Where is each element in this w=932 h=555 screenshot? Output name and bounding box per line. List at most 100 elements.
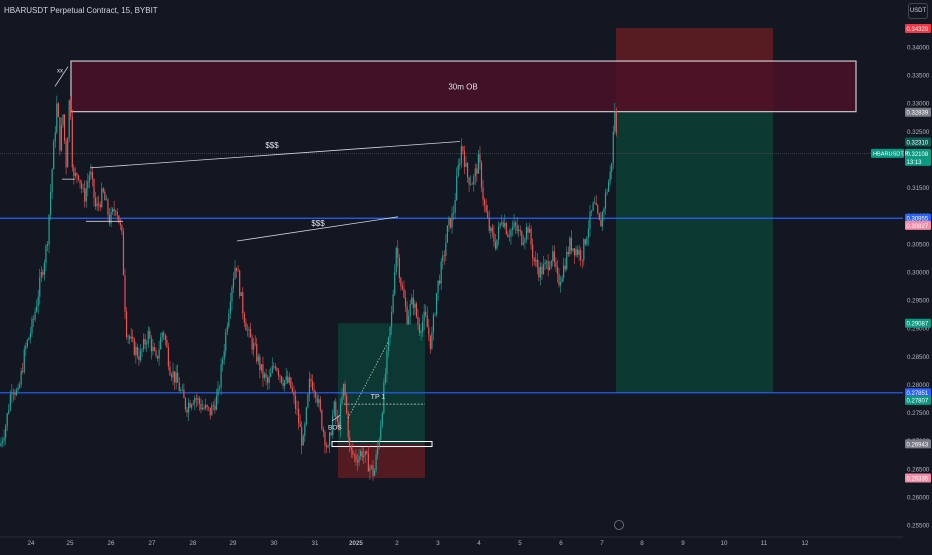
y-tick-label: 0.30500: [907, 241, 930, 248]
candle-body: [96, 203, 98, 207]
y-tick-label: 0.32500: [907, 129, 930, 136]
candle-body: [601, 212, 603, 227]
candle-body: [563, 265, 565, 278]
candle-body: [170, 375, 173, 378]
candle-body: [246, 330, 249, 331]
price-label-text: 13:13: [907, 160, 923, 166]
candle-body: [527, 227, 529, 233]
sweep-label: xx: [57, 68, 63, 74]
candle-body: [267, 377, 269, 383]
candle-body: [515, 222, 517, 226]
candle-body: [203, 407, 205, 409]
candle-body: [249, 329, 252, 338]
candle-body: [510, 229, 512, 237]
candle-body: [521, 231, 523, 245]
candle-body: [363, 455, 365, 458]
candle-body: [367, 453, 369, 472]
candle-body: [508, 236, 510, 238]
candle-body: [181, 389, 183, 391]
candle-body: [318, 399, 320, 403]
currency-button[interactable]: USDT: [908, 3, 928, 19]
price-label-text: 0.30827: [907, 224, 929, 230]
candle-body: [322, 428, 324, 432]
candle-body: [341, 396, 343, 405]
candle-body: [245, 322, 247, 331]
candle-body: [418, 324, 421, 333]
candle-body: [325, 445, 328, 448]
candle-body: [349, 437, 351, 446]
event-marker-icon[interactable]: [614, 520, 624, 530]
candle-body: [296, 408, 298, 410]
candle-body: [485, 205, 487, 212]
candle-body: [153, 347, 156, 351]
y-tick-label: 0.28500: [907, 354, 930, 361]
candle-body: [590, 210, 593, 212]
candle-body: [511, 227, 514, 230]
candle-body: [112, 208, 114, 212]
candle-body: [431, 332, 433, 349]
candle-body: [391, 312, 393, 327]
price-label-text: 0.26943: [907, 442, 929, 448]
candle-body: [369, 467, 371, 472]
candle-body: [217, 388, 219, 396]
candle-body: [222, 359, 224, 365]
candle-body: [403, 288, 405, 298]
candle-body: [459, 163, 461, 166]
candle-body: [212, 405, 214, 406]
x-tick-label: 2025: [349, 540, 363, 547]
candle-body: [174, 371, 176, 383]
candle-body: [144, 338, 146, 345]
candle-body: [243, 313, 245, 323]
candle-body: [256, 343, 258, 362]
candle-body: [570, 237, 572, 251]
candle-body: [313, 389, 315, 393]
candle-body: [448, 217, 450, 226]
short-target-zone: [616, 112, 773, 393]
candle-body: [88, 175, 90, 182]
candle-body: [425, 311, 427, 316]
candle-body: [360, 451, 362, 457]
candle-body: [473, 176, 475, 185]
y-tick-label: 0.25500: [907, 523, 930, 530]
candle-body: [139, 350, 142, 361]
candle-body: [454, 200, 456, 213]
candle-body: [442, 255, 444, 262]
candle-body: [50, 191, 52, 215]
candle-body: [361, 451, 363, 458]
x-tick-label: 6: [559, 540, 563, 547]
candle-body: [386, 350, 388, 375]
x-tick-label: 28: [190, 540, 197, 547]
chart-root[interactable]: 30m OB $$$ $$$ xx TP 1 BOS 0.25500 0.26000 0.2…: [0, 0, 932, 550]
candle-body: [493, 232, 495, 242]
candle-body: [389, 326, 391, 338]
candle-body: [184, 398, 187, 410]
candle-body: [277, 370, 280, 376]
candle-body: [608, 181, 610, 192]
candle-body: [587, 228, 590, 238]
x-tick-label: 9: [681, 540, 685, 547]
candle-body: [564, 265, 566, 270]
candle-body: [141, 349, 143, 351]
candle-body: [129, 336, 131, 339]
candle-body: [542, 264, 545, 275]
candle-body: [9, 394, 11, 410]
candle-body: [406, 306, 408, 325]
candle-body: [209, 407, 211, 416]
candle-body: [584, 239, 586, 245]
candle-body: [94, 197, 97, 207]
x-tick-label: 11: [761, 540, 768, 547]
candle-body: [308, 378, 311, 395]
candle-body: [187, 402, 190, 413]
price-chart[interactable]: 30m OB $$$ $$$ xx TP 1 BOS 0.25500 0.26000 0.2…: [0, 0, 932, 550]
candle-body: [440, 261, 442, 284]
candle-body: [375, 454, 377, 471]
candle-body: [194, 398, 196, 403]
candle-body: [251, 337, 253, 350]
candle-body: [364, 451, 366, 456]
candle-body: [415, 303, 417, 317]
candle-body: [3, 437, 5, 441]
candle-body: [98, 203, 100, 205]
candle-body: [443, 255, 445, 257]
candle-body: [535, 259, 537, 262]
candle-body: [65, 140, 67, 168]
